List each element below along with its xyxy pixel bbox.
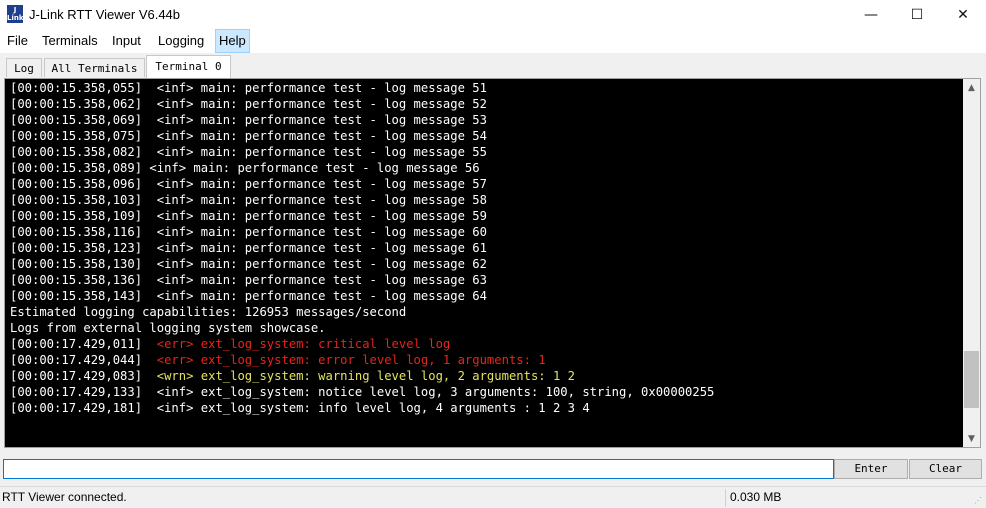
log-line: [00:00:15.358,082] <inf> main: performan… — [10, 144, 714, 160]
minimize-icon: — — [864, 6, 878, 23]
log-text: [00:00:15.358,103] <inf> main: performan… — [10, 193, 487, 207]
log-line: [00:00:15.358,069] <inf> main: performan… — [10, 112, 714, 128]
log-line: [00:00:17.429,011] <err> ext_log_system:… — [10, 336, 714, 352]
log-line: [00:00:15.358,123] <inf> main: performan… — [10, 240, 714, 256]
tab-all-terminals[interactable]: All Terminals — [44, 58, 145, 77]
log-line: [00:00:15.358,143] <inf> main: performan… — [10, 288, 714, 304]
log-text: [00:00:15.358,116] <inf> main: performan… — [10, 225, 487, 239]
log-text: Estimated logging capabilities: 126953 m… — [10, 305, 407, 319]
log-text: <err> ext_log_system: error level log, 1… — [156, 353, 546, 367]
terminal-input-field[interactable] — [3, 459, 834, 479]
log-text: [00:00:15.358,075] <inf> main: performan… — [10, 129, 487, 143]
minimize-button[interactable]: — — [848, 0, 894, 29]
log-text: [00:00:15.358,143] <inf> main: performan… — [10, 289, 487, 303]
menu-bar: File Terminals Input Logging Help — [0, 29, 986, 53]
log-line: [00:00:15.358,103] <inf> main: performan… — [10, 192, 714, 208]
jlink-app-icon: J Link — [7, 5, 24, 23]
menu-logging[interactable]: Logging — [155, 29, 207, 53]
status-bar: RTT Viewer connected. 0.030 MB ⋰ — [0, 486, 986, 508]
log-timestamp: [00:00:17.429,083] — [10, 369, 157, 383]
data-size-readout: 0.030 MB — [730, 490, 782, 504]
menu-terminals[interactable]: Terminals — [39, 29, 101, 53]
log-text: [00:00:17.429,133] <inf> ext_log_system:… — [10, 385, 715, 399]
log-text: <wrn> ext_log_system: warning level log,… — [156, 369, 575, 383]
scroll-up-icon[interactable]: ▲ — [963, 79, 980, 96]
tab-log[interactable]: Log — [6, 58, 42, 77]
close-icon: ✕ — [957, 6, 969, 23]
tab-terminal-0[interactable]: Terminal 0 — [146, 55, 231, 78]
menu-input[interactable]: Input — [109, 29, 144, 53]
log-line: [00:00:15.358,062] <inf> main: performan… — [10, 96, 714, 112]
log-text: [00:00:15.358,136] <inf> main: performan… — [10, 273, 487, 287]
maximize-button[interactable]: ☐ — [894, 0, 940, 29]
maximize-icon: ☐ — [910, 6, 924, 23]
log-line: [00:00:17.429,083] <wrn> ext_log_system:… — [10, 368, 714, 384]
log-text: [00:00:15.358,089] <inf> main: performan… — [10, 161, 480, 175]
log-line: [00:00:17.429,044] <err> ext_log_system:… — [10, 352, 714, 368]
log-line: [00:00:15.358,055] <inf> main: performan… — [10, 80, 714, 96]
scroll-down-icon[interactable]: ▼ — [963, 430, 980, 447]
log-text: [00:00:15.358,082] <inf> main: performan… — [10, 145, 487, 159]
terminal-output[interactable]: [00:00:15.358,055] <inf> main: performan… — [4, 78, 981, 448]
log-line: [00:00:15.358,075] <inf> main: performan… — [10, 128, 714, 144]
log-text: [00:00:15.358,109] <inf> main: performan… — [10, 209, 487, 223]
menu-file[interactable]: File — [4, 29, 31, 53]
log-text: [00:00:15.358,130] <inf> main: performan… — [10, 257, 487, 271]
clear-button[interactable]: Clear — [909, 459, 982, 479]
log-line: [00:00:15.358,109] <inf> main: performan… — [10, 208, 714, 224]
log-text: [00:00:15.358,096] <inf> main: performan… — [10, 177, 487, 191]
status-divider — [725, 489, 726, 507]
log-line: [00:00:15.358,116] <inf> main: performan… — [10, 224, 714, 240]
log-line: [00:00:17.429,181] <inf> ext_log_system:… — [10, 400, 714, 416]
log-text: [00:00:15.358,055] <inf> main: performan… — [10, 81, 487, 95]
log-text: [00:00:17.429,181] <inf> ext_log_system:… — [10, 401, 590, 415]
vertical-scrollbar[interactable]: ▲ ▼ — [963, 79, 980, 447]
terminal-tabs: Log All Terminals Terminal 0 — [0, 54, 986, 78]
menu-help[interactable]: Help — [215, 29, 250, 53]
log-line: [00:00:15.358,089] <inf> main: performan… — [10, 160, 714, 176]
close-button[interactable]: ✕ — [940, 0, 986, 29]
log-text: <err> ext_log_system: critical level log — [156, 337, 451, 351]
log-timestamp: [00:00:17.429,011] — [10, 337, 157, 351]
window-title: J-Link RTT Viewer V6.44b — [29, 7, 181, 22]
connection-status: RTT Viewer connected. — [2, 490, 127, 504]
log-line: [00:00:15.358,136] <inf> main: performan… — [10, 272, 714, 288]
log-line: [00:00:15.358,096] <inf> main: performan… — [10, 176, 714, 192]
log-timestamp: [00:00:17.429,044] — [10, 353, 157, 367]
scrollbar-thumb[interactable] — [964, 351, 979, 408]
log-line: Logs from external logging system showca… — [10, 320, 714, 336]
log-text: [00:00:15.358,123] <inf> main: performan… — [10, 241, 487, 255]
log-text: [00:00:15.358,069] <inf> main: performan… — [10, 113, 487, 127]
terminal-lines: [00:00:15.358,055] <inf> main: performan… — [10, 80, 714, 416]
log-line: Estimated logging capabilities: 126953 m… — [10, 304, 714, 320]
log-line: [00:00:15.358,130] <inf> main: performan… — [10, 256, 714, 272]
enter-button[interactable]: Enter — [834, 459, 908, 479]
log-text: [00:00:15.358,062] <inf> main: performan… — [10, 97, 487, 111]
log-text: Logs from external logging system showca… — [10, 321, 326, 335]
resize-grip-icon[interactable]: ⋰ — [974, 496, 984, 506]
title-bar: J Link J-Link RTT Viewer V6.44b — ☐ ✕ — [0, 0, 986, 29]
log-line: [00:00:17.429,133] <inf> ext_log_system:… — [10, 384, 714, 400]
